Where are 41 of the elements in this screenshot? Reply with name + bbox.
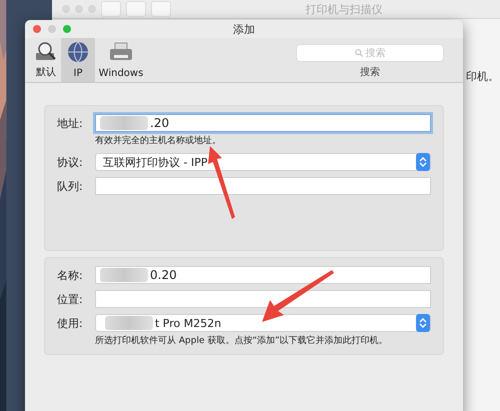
text-field[interactable] (95, 290, 431, 308)
minimize-button[interactable] (48, 25, 56, 33)
hint-text: 有效并完全的主机名称或地址。 (95, 134, 222, 147)
close-button[interactable] (33, 25, 41, 33)
field-label: 协议: (57, 154, 84, 170)
stepper-arrows-icon (419, 317, 427, 329)
back-button[interactable] (101, 1, 121, 17)
field-label: 地址: (57, 116, 84, 130)
blurred-region (100, 268, 148, 282)
zoom-button[interactable] (63, 25, 71, 33)
annotation-arrow (262, 270, 334, 322)
body-text: 印机。 (466, 69, 499, 83)
toolbar-tab[interactable]: IP (61, 38, 95, 82)
globe-icon (66, 40, 90, 64)
search-icon (354, 49, 362, 57)
window-title: 添加 (232, 22, 256, 36)
field-value: .20 (150, 116, 170, 130)
popup-menu[interactable]: t Pro M252n (95, 314, 431, 332)
text-field[interactable]: .20 (95, 114, 431, 132)
field-value: 0.20 (150, 268, 177, 282)
field-value: t Pro M252n (155, 316, 222, 330)
text-field[interactable]: 0.20 (95, 266, 431, 284)
field-label: 位置: (57, 292, 84, 306)
search-label: 搜索 (360, 66, 380, 79)
forward-button[interactable] (126, 1, 146, 17)
popup-menu[interactable]: 互联网打印协议 - IPP (95, 153, 431, 171)
blurred-region (100, 116, 148, 130)
field-value: 互联网打印协议 - IPP (103, 154, 208, 170)
field-label: 名称: (57, 268, 84, 282)
stepper-button[interactable] (416, 314, 430, 332)
window-title: 打印机与扫描仪 (304, 2, 384, 16)
grid-button[interactable] (151, 1, 171, 17)
hint-text: 所选打印机软件可从 Apple 获取。点按“添加”以下载它并添加此打印机。 (95, 334, 389, 347)
toolbar-tab[interactable]: Windows (95, 38, 147, 82)
field-label: 队列: (57, 178, 84, 194)
field-label: 使用: (57, 316, 84, 330)
text-field[interactable] (95, 177, 431, 195)
blurred-region (105, 316, 153, 330)
stepper-arrows-icon (419, 156, 427, 168)
toolbar-tab[interactable]: 默认 (31, 38, 61, 82)
stepper-button[interactable] (416, 153, 430, 171)
